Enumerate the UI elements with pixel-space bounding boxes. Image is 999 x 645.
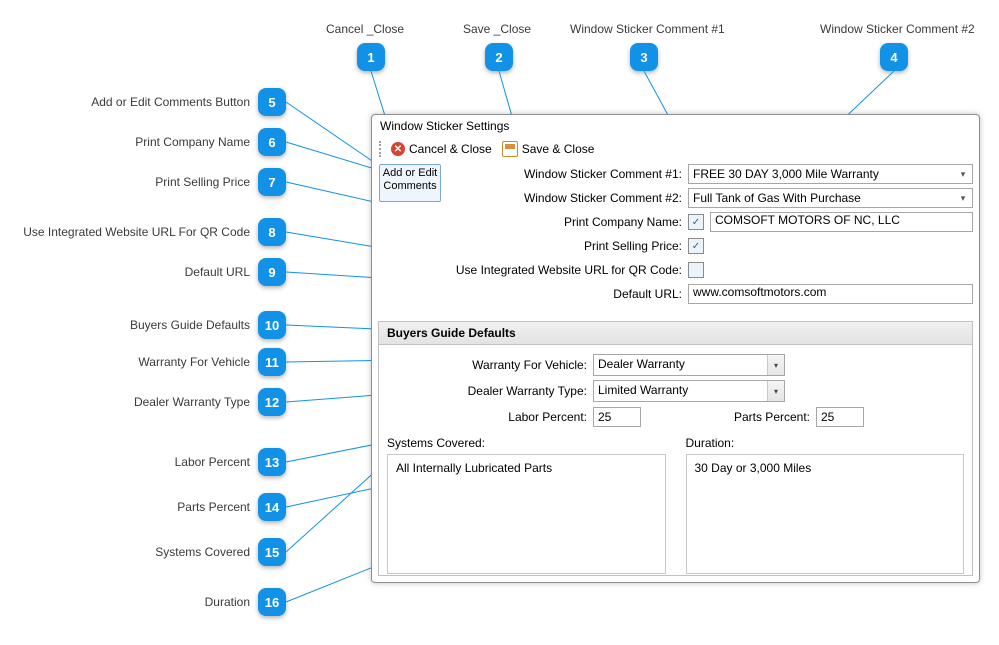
- save-label: Save & Close: [522, 142, 595, 156]
- callout-label: Buyers Guide Defaults: [20, 318, 250, 332]
- callout-label: Dealer Warranty Type: [20, 395, 250, 409]
- label-parts-percent: Parts Percent:: [734, 410, 816, 424]
- label-default-url: Default URL:: [442, 287, 688, 301]
- callout-label: Cancel _Close: [326, 22, 404, 36]
- callout-bubble-3: 3: [630, 43, 658, 71]
- callout-bubble-7: 7: [258, 168, 286, 196]
- label-comment-1: Window Sticker Comment #1:: [442, 167, 688, 181]
- callout-label: Window Sticker Comment #1: [570, 22, 725, 36]
- save-close-button[interactable]: Save & Close: [498, 139, 599, 159]
- callout-label: Labor Percent: [20, 455, 250, 469]
- callout-label: Print Selling Price: [20, 175, 250, 189]
- cancel-close-button[interactable]: ✕ Cancel & Close: [387, 140, 496, 158]
- save-icon: [502, 141, 518, 157]
- callout-label: Default URL: [20, 265, 250, 279]
- label-dealer-warranty-type: Dealer Warranty Type:: [387, 384, 593, 398]
- toolbar: ✕ Cancel & Close Save & Close: [376, 137, 975, 161]
- cancel-icon: ✕: [391, 142, 405, 156]
- callout-label: Save _Close: [463, 22, 531, 36]
- callout-bubble-16: 16: [258, 588, 286, 616]
- callout-bubble-1: 1: [357, 43, 385, 71]
- systems-covered-text[interactable]: All Internally Lubricated Parts: [387, 454, 666, 574]
- comment-1-value: FREE 30 DAY 3,000 Mile Warranty: [693, 165, 968, 183]
- callout-label: Window Sticker Comment #2: [820, 22, 975, 36]
- callout-label: Print Company Name: [20, 135, 250, 149]
- panel-title: Window Sticker Settings: [380, 119, 509, 133]
- label-print-company: Print Company Name:: [442, 215, 688, 229]
- callout-bubble-6: 6: [258, 128, 286, 156]
- buyers-guide-defaults-section: Buyers Guide Defaults Warranty For Vehic…: [378, 321, 973, 576]
- callout-label: Duration: [20, 595, 250, 609]
- cancel-label: Cancel & Close: [409, 142, 492, 156]
- qr-url-checkbox[interactable]: [688, 262, 704, 278]
- callout-bubble-9: 9: [258, 258, 286, 286]
- label-warranty-for-vehicle: Warranty For Vehicle:: [387, 358, 593, 372]
- label-comment-2: Window Sticker Comment #2:: [442, 191, 688, 205]
- callout-label: Use Integrated Website URL For QR Code: [20, 225, 250, 239]
- chevron-down-icon: ▾: [956, 167, 970, 181]
- add-or-edit-comments-button[interactable]: Add or Edit Comments: [379, 164, 441, 202]
- chevron-down-icon: ▾: [767, 381, 784, 401]
- toolbar-grip: [379, 141, 385, 157]
- callout-label: Warranty For Vehicle: [20, 355, 250, 369]
- dealer-warranty-type-dropdown[interactable]: Limited Warranty ▾: [593, 380, 785, 402]
- section-header: Buyers Guide Defaults: [379, 322, 972, 345]
- warranty-for-vehicle-dropdown[interactable]: Dealer Warranty ▾: [593, 354, 785, 376]
- callout-bubble-5: 5: [258, 88, 286, 116]
- callout-bubble-11: 11: [258, 348, 286, 376]
- label-systems-covered: Systems Covered:: [387, 436, 666, 450]
- callout-bubble-12: 12: [258, 388, 286, 416]
- callout-bubble-10: 10: [258, 311, 286, 339]
- label-duration: Duration:: [686, 436, 965, 450]
- chevron-down-icon: ▾: [767, 355, 784, 375]
- label-print-selling-price: Print Selling Price:: [442, 239, 688, 253]
- callout-bubble-4: 4: [880, 43, 908, 71]
- label-labor-percent: Labor Percent:: [387, 410, 593, 424]
- default-url-input[interactable]: www.comsoftmotors.com: [688, 284, 973, 304]
- callout-bubble-14: 14: [258, 493, 286, 521]
- company-name-input[interactable]: COMSOFT MOTORS OF NC, LLC: [710, 212, 973, 232]
- callout-label: Add or Edit Comments Button: [20, 95, 250, 109]
- callout-bubble-15: 15: [258, 538, 286, 566]
- comment-2-value: Full Tank of Gas With Purchase: [693, 189, 968, 207]
- chevron-down-icon: ▾: [956, 191, 970, 205]
- labor-percent-input[interactable]: 25: [593, 407, 641, 427]
- window-sticker-settings-panel: Window Sticker Settings ✕ Cancel & Close…: [371, 114, 980, 583]
- print-selling-price-checkbox[interactable]: ✓: [688, 238, 704, 254]
- callout-bubble-13: 13: [258, 448, 286, 476]
- form-area: Window Sticker Comment #1: FREE 30 DAY 3…: [442, 163, 973, 307]
- print-company-checkbox[interactable]: ✓: [688, 214, 704, 230]
- callout-bubble-2: 2: [485, 43, 513, 71]
- duration-text[interactable]: 30 Day or 3,000 Miles: [686, 454, 965, 574]
- parts-percent-input[interactable]: 25: [816, 407, 864, 427]
- callout-label: Parts Percent: [20, 500, 250, 514]
- comment-1-combo[interactable]: FREE 30 DAY 3,000 Mile Warranty ▾: [688, 164, 973, 184]
- callout-label: Systems Covered: [20, 545, 250, 559]
- comment-2-combo[interactable]: Full Tank of Gas With Purchase ▾: [688, 188, 973, 208]
- callout-bubble-8: 8: [258, 218, 286, 246]
- label-qr-url: Use Integrated Website URL for QR Code:: [442, 263, 688, 277]
